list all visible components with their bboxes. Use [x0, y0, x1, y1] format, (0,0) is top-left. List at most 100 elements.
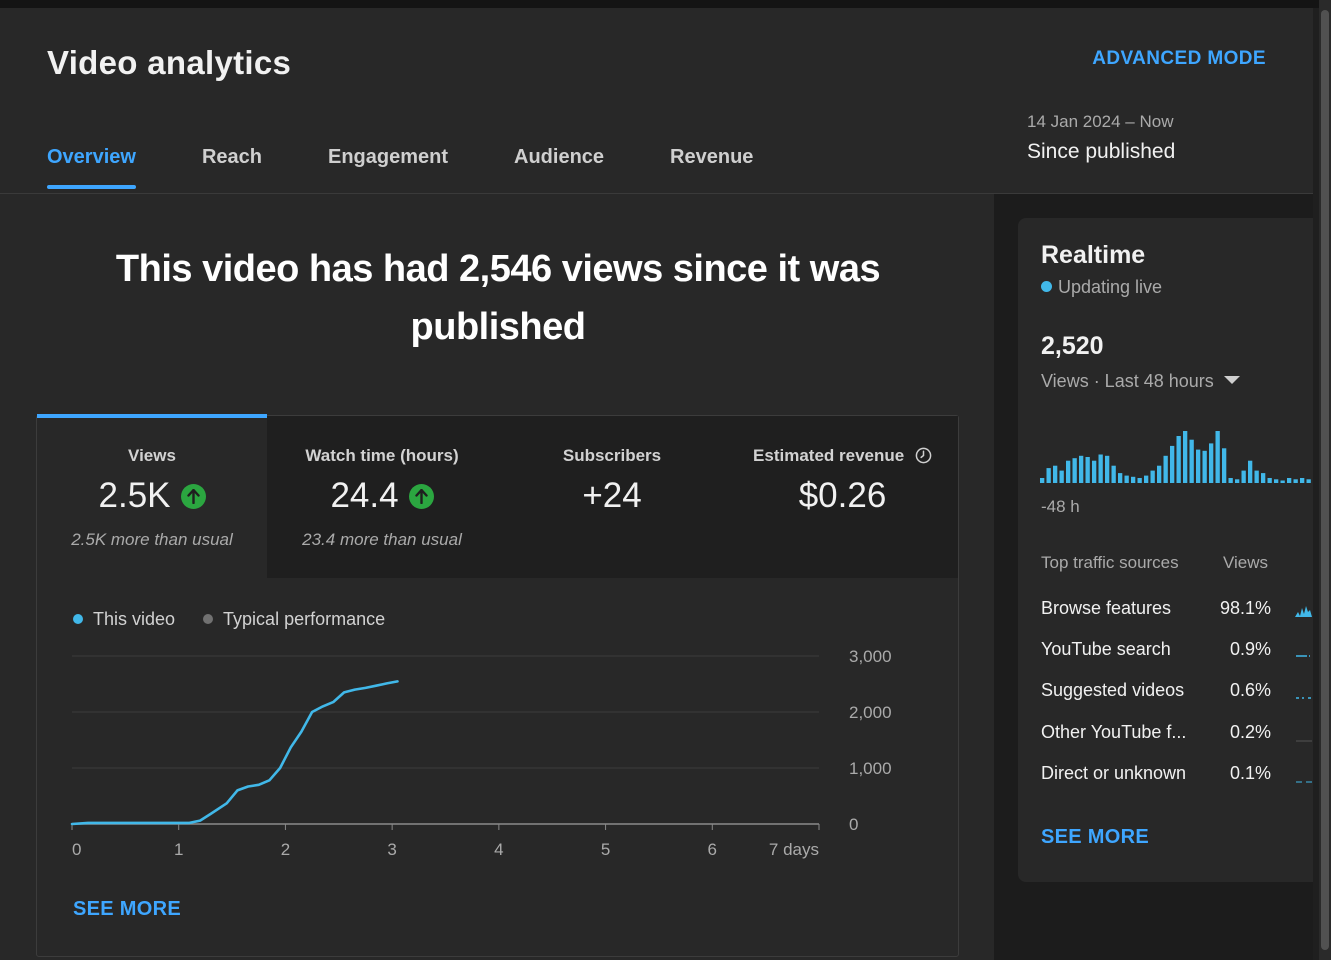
- realtime-bar: [1235, 479, 1240, 483]
- advanced-mode-link[interactable]: ADVANCED MODE: [1092, 48, 1266, 70]
- realtime-bar: [1189, 439, 1194, 483]
- realtime-title: Realtime: [1041, 241, 1146, 269]
- traffic-source-row: Browse features 98.1%: [1041, 598, 1313, 628]
- window-top-strip: [0, 0, 1331, 8]
- traffic-source-name: Suggested videos: [1041, 680, 1185, 700]
- realtime-bar: [1046, 468, 1051, 483]
- metric-estimated-revenue[interactable]: Estimated revenue $0.26: [727, 416, 958, 578]
- realtime-bar: [1261, 473, 1266, 483]
- realtime-bar: [1059, 470, 1064, 483]
- x-tick-label: 4: [494, 840, 503, 859]
- realtime-bar: [1066, 460, 1071, 483]
- realtime-bar: [1222, 448, 1227, 483]
- realtime-bar: [1293, 479, 1298, 483]
- tab-engagement[interactable]: Engagement: [328, 140, 448, 193]
- realtime-axis-label: -48 h: [1041, 497, 1080, 516]
- traffic-source-row: Other YouTube f... 0.2%: [1041, 722, 1313, 752]
- traffic-source-pct: 0.9%: [1229, 639, 1271, 659]
- realtime-bar: [1248, 460, 1253, 483]
- traffic-sparkline: [1296, 740, 1312, 742]
- date-range-label[interactable]: 14 Jan 2024 – Now: [1027, 112, 1174, 132]
- realtime-bar: [1105, 455, 1110, 483]
- x-tick-label: 2: [281, 840, 290, 859]
- realtime-bar: [1228, 478, 1233, 483]
- realtime-bar: [1098, 454, 1103, 483]
- realtime-bar: [1254, 470, 1259, 483]
- see-more-button[interactable]: SEE MORE: [73, 898, 181, 921]
- trend-up-icon: [180, 483, 206, 509]
- tab-reach[interactable]: Reach: [202, 140, 262, 193]
- legend-item-this-video[interactable]: This video: [73, 609, 175, 630]
- metric-label-row: Estimated revenue: [727, 446, 958, 466]
- realtime-period-dropdown[interactable]: Views · Last 48 hours: [1041, 371, 1240, 392]
- dropdown-caret-icon: [1223, 376, 1240, 384]
- period-selector[interactable]: Since published: [1027, 140, 1175, 164]
- page-scrollbar[interactable]: [1319, 0, 1331, 960]
- x-tick-label: 1: [174, 840, 183, 859]
- traffic-source-pct: 0.2%: [1229, 722, 1271, 742]
- traffic-source-row: YouTube search 0.9%: [1041, 639, 1313, 669]
- realtime-bar: [1079, 455, 1084, 483]
- metric-value-row: $0.26: [727, 476, 958, 516]
- realtime-bar: [1170, 445, 1175, 483]
- tab-overview[interactable]: Overview: [47, 140, 136, 193]
- metric-subscribers[interactable]: Subscribers +24: [497, 416, 728, 578]
- tab-audience[interactable]: Audience: [514, 140, 604, 193]
- metric-value: +24: [582, 476, 642, 515]
- realtime-bar: [1280, 480, 1285, 483]
- metric-label: Estimated revenue: [753, 446, 905, 465]
- metric-value-row: +24: [497, 476, 727, 516]
- tab-revenue[interactable]: Revenue: [670, 140, 753, 193]
- realtime-bar: [1183, 431, 1188, 483]
- metric-value-row: 2.5K: [37, 476, 267, 516]
- realtime-bar: [1274, 479, 1279, 483]
- traffic-sparkline: [1296, 655, 1310, 657]
- live-indicator: Updating live: [1041, 277, 1162, 298]
- series-line-this-video: [70, 680, 399, 826]
- metric-label: Watch time (hours): [305, 446, 459, 465]
- scrollbar-thumb[interactable]: [1321, 10, 1329, 950]
- traffic-sources-header: Top traffic sources: [1041, 553, 1179, 572]
- metric-value: $0.26: [798, 476, 887, 515]
- views-column-header: Views: [1223, 553, 1269, 572]
- traffic-source-pct: 0.6%: [1229, 680, 1271, 700]
- traffic-source-row: Suggested videos 0.6%: [1041, 680, 1313, 710]
- chart-legend: This video Typical performance: [73, 609, 385, 630]
- y-tick-label: 2,000: [849, 703, 892, 722]
- realtime-bar: [1157, 465, 1162, 483]
- page-header: Video analytics ADVANCED MODE Overview R…: [0, 8, 1313, 194]
- legend-item-typical[interactable]: Typical performance: [203, 609, 385, 630]
- traffic-source-pct: 0.1%: [1229, 763, 1271, 783]
- page-title: Video analytics: [47, 44, 292, 81]
- x-tick-label: 5: [601, 840, 610, 859]
- tab-bar: Overview Reach Engagement Audience Reven…: [47, 140, 819, 193]
- realtime-bar: [1267, 478, 1272, 483]
- realtime-see-more-button[interactable]: SEE MORE: [1041, 826, 1149, 849]
- traffic-source-name: Other YouTube f...: [1041, 722, 1187, 742]
- metric-subtext: 2.5K more than usual: [71, 530, 233, 549]
- metric-label: Subscribers: [562, 446, 662, 465]
- realtime-bar: [1137, 478, 1142, 483]
- realtime-bar: [1072, 458, 1077, 483]
- legend-dot: [203, 614, 214, 624]
- metric-value: 2.5K: [98, 476, 171, 515]
- realtime-bar: [1092, 460, 1097, 483]
- realtime-bar: [1196, 449, 1201, 483]
- views-line-chart: 3,000 2,000 1,000 0 0 1 2 3 4 5 6 7 days: [70, 647, 892, 859]
- y-tick-label: 1,000: [849, 759, 892, 778]
- traffic-source-name: YouTube search: [1041, 639, 1171, 659]
- metric-watch-time[interactable]: Watch time (hours) 24.4 23.4 more than u…: [267, 416, 498, 578]
- realtime-bar: [1287, 478, 1292, 483]
- x-tick-label: 0: [72, 840, 81, 859]
- realtime-bar: [1150, 470, 1155, 483]
- traffic-sparkline: [1296, 781, 1312, 783]
- clock-icon: [915, 447, 932, 464]
- traffic-source-name: Direct or unknown: [1041, 763, 1187, 783]
- realtime-bar: [1124, 475, 1129, 483]
- live-dot-icon: [1041, 281, 1052, 292]
- traffic-source-row: Direct or unknown 0.1%: [1041, 763, 1313, 793]
- metric-views[interactable]: Views 2.5K 2.5K more than usual: [37, 414, 268, 578]
- realtime-bar: [1118, 473, 1123, 483]
- y-tick-label: 0: [849, 815, 858, 834]
- realtime-bar: [1053, 465, 1058, 483]
